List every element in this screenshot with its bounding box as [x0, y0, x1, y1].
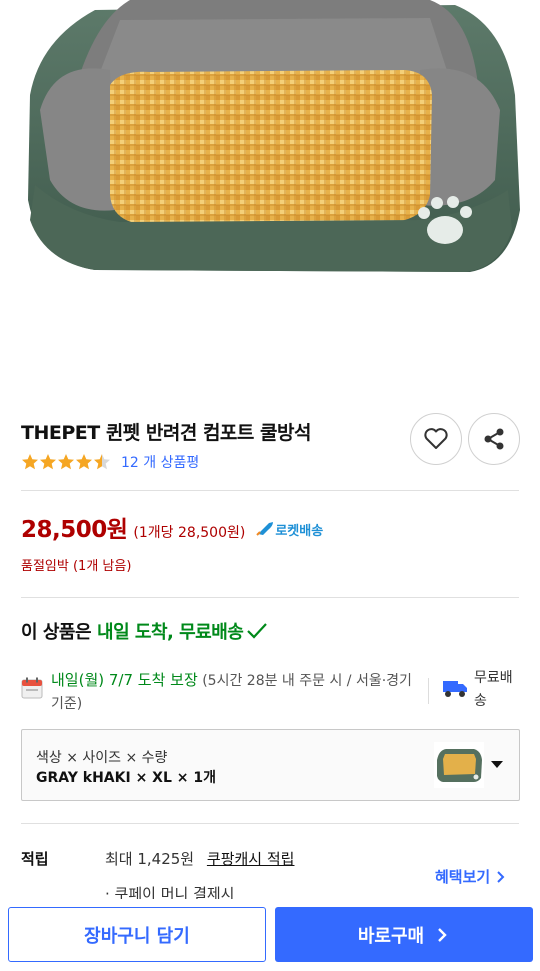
reward-info: 최대 1,425원 쿠팡캐시 적립 — [105, 848, 294, 869]
option-selector[interactable]: 색상 × 사이즈 × 수량 GRAY kHAKI × XL × 1개 — [21, 729, 520, 801]
arrival-prefix: 이 상품은 — [21, 622, 92, 643]
star-rating-icon — [22, 454, 110, 470]
product-image[interactable] — [0, 0, 540, 395]
chevron-right-icon — [497, 870, 505, 883]
bottom-action-bar: 장바구니 담기 바로구매 — [0, 899, 540, 971]
sale-price: 28,500원 — [21, 517, 128, 543]
chevron-right-icon — [438, 927, 447, 942]
benefit-link[interactable]: 혜택보기 — [435, 866, 508, 887]
truck-icon — [443, 681, 467, 697]
share-icon — [484, 428, 504, 450]
divider — [21, 823, 519, 824]
unit-price: (1개당 28,500원) — [133, 525, 246, 541]
option-label: 색상 × 사이즈 × 수량 — [36, 750, 168, 766]
calendar-icon — [21, 677, 43, 699]
stock-status: 품절임박 (1개 남음) — [21, 559, 132, 574]
reward-label: 적립 — [21, 850, 49, 868]
add-to-cart-button[interactable]: 장바구니 담기 — [8, 907, 266, 962]
divider — [21, 597, 519, 598]
benefit-link-label: 혜택보기 — [435, 868, 491, 886]
free-shipping-label: 무료배송 — [474, 670, 513, 709]
option-value: GRAY kHAKI × XL × 1개 — [36, 770, 216, 786]
product-title: THEPET 퀸펫 반려견 컴포트 쿨방석 — [21, 422, 311, 444]
cash-reward-link[interactable]: 쿠팡캐시 적립 — [207, 850, 295, 868]
divider — [428, 678, 429, 704]
arrival-headline: 이 상품은 내일 도착, 무료배송 — [21, 618, 269, 644]
rocket-icon — [256, 522, 274, 536]
buy-now-button[interactable]: 바로구매 — [275, 907, 533, 962]
arrival-highlight: 내일 도착, 무료배송 — [97, 622, 244, 643]
pet-bed-illustration — [28, 0, 520, 272]
share-button[interactable] — [468, 413, 520, 465]
free-shipping: 무료배송 — [442, 667, 522, 713]
rating-count[interactable]: 12 개 상품평 — [121, 452, 199, 472]
price-row: 28,500원 (1개당 28,500원) 로켓배송 — [21, 510, 323, 544]
rocket-delivery-badge: 로켓배송 — [255, 520, 323, 539]
option-thumbnail — [434, 742, 484, 788]
divider — [21, 490, 519, 491]
delivery-guarantee: 내일(월) 7/7 도착 보장 (5시간 28분 내 주문 시 / 서울·경기 … — [21, 669, 421, 716]
favorite-button[interactable] — [410, 413, 462, 465]
delivery-date: 내일(월) 7/7 도착 보장 — [51, 671, 198, 689]
checkmark-icon — [247, 623, 268, 639]
buy-now-label: 바로구매 — [357, 925, 425, 947]
rocket-delivery-label: 로켓배송 — [275, 523, 324, 539]
chevron-down-icon — [491, 761, 503, 768]
rating-summary[interactable]: 12 개 상품평 — [21, 452, 199, 472]
heart-icon — [424, 428, 448, 449]
reward-max: 최대 1,425원 — [105, 850, 195, 868]
